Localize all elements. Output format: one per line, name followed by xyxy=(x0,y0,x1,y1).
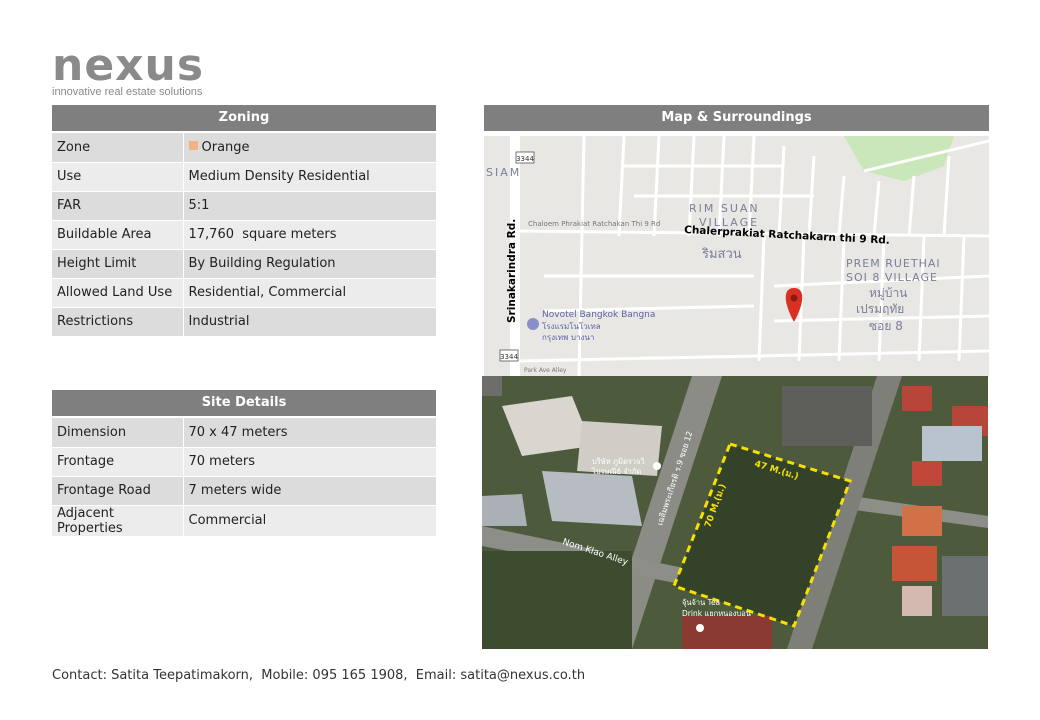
table-row: Allowed Land Use Residential, Commercial xyxy=(52,278,436,308)
zone-value: Orange xyxy=(201,139,250,155)
logo-tagline: innovative real estate solutions xyxy=(52,86,203,98)
hotel-pin-icon[interactable] xyxy=(527,318,539,330)
prem-thai-label-1: หมู่บ้าน xyxy=(869,286,907,301)
poi-label: บริษัท ภูมิตรวจวิ xyxy=(592,457,645,466)
srinakarindra-road-label: Srinakarindra Rd. xyxy=(506,219,518,323)
contact-footer: Contact: Satita Teepatimakorn, Mobile: 0… xyxy=(52,668,586,683)
route-label: 3344 xyxy=(516,155,534,163)
table-row: Frontage Road 7 meters wide xyxy=(52,476,436,506)
dimension-key: Dimension xyxy=(52,418,184,448)
siam-label: SIAM xyxy=(486,166,521,179)
prem-ruethai-label: PREM RUETHAI xyxy=(846,257,941,270)
vegetation xyxy=(482,551,632,649)
far-value: 5:1 xyxy=(183,191,436,221)
map-header: Map & Surroundings xyxy=(484,105,989,131)
restrictions-value: Industrial xyxy=(183,307,436,337)
poi-label: Drink แยกหนองบอน xyxy=(682,609,751,618)
table-row: Restrictions Industrial xyxy=(52,307,436,337)
far-key: FAR xyxy=(52,191,184,221)
buildable-area-key: Buildable Area xyxy=(52,220,184,250)
novotel-label: Novotel Bangkok Bangna xyxy=(542,310,655,320)
poi-label: จุ้นจ้าน Tea xyxy=(682,598,720,607)
orange-swatch-icon xyxy=(188,140,198,150)
chaloem-small-label: Chaloem Phrakiat Ratchakan Thi 9 Rd xyxy=(528,220,660,228)
novotel-thai-label-2: กรุงเทพ บางนา xyxy=(542,333,594,342)
frontage-key: Frontage xyxy=(52,447,184,477)
building xyxy=(482,494,527,526)
height-limit-key: Height Limit xyxy=(52,249,184,279)
allowed-land-use-key: Allowed Land Use xyxy=(52,278,184,308)
street-map[interactable]: 3344 3344 SIAM RIM SUAN VILLAGE ริมสวน C… xyxy=(484,136,989,377)
logo-wordmark: nexus xyxy=(52,40,205,91)
street-map-svg: 3344 3344 SIAM RIM SUAN VILLAGE ริมสวน C… xyxy=(484,136,989,377)
frontage-road-value: 7 meters wide xyxy=(183,476,436,506)
adjacent-properties-key: Adjacent Properties xyxy=(52,505,184,537)
use-key: Use xyxy=(52,162,184,192)
poi-label: ไปรษณีย์ จำกัด xyxy=(591,467,641,476)
park-ave-label: Park Ave Alley xyxy=(524,367,567,374)
nexus-logo: nexus innovative real estate solutions xyxy=(52,40,205,99)
site-details-table: Dimension 70 x 47 meters Frontage 70 met… xyxy=(52,418,436,537)
zoning-header: Zoning xyxy=(52,105,436,131)
table-row: Zone Orange xyxy=(52,133,436,163)
frontage-value: 70 meters xyxy=(183,447,436,477)
poi-icon[interactable] xyxy=(696,624,704,632)
adjacent-properties-value: Commercial xyxy=(183,505,436,537)
height-limit-value: By Building Regulation xyxy=(183,249,436,279)
building xyxy=(542,471,642,526)
use-value: Medium Density Residential xyxy=(183,162,436,192)
zone-value-cell: Orange xyxy=(183,133,436,163)
dimension-value: 70 x 47 meters xyxy=(183,418,436,448)
table-row: FAR 5:1 xyxy=(52,191,436,221)
allowed-land-use-value: Residential, Commercial xyxy=(183,278,436,308)
prem-thai-label-2: เปรมฤทัย xyxy=(856,302,904,316)
table-row: Frontage 70 meters xyxy=(52,447,436,477)
prem-village-label: SOI 8 VILLAGE xyxy=(846,271,938,284)
prem-thai-label-3: ซอย 8 xyxy=(869,319,903,333)
buildable-area-value: 17,760 square meters xyxy=(183,220,436,250)
table-row: Adjacent Properties Commercial xyxy=(52,505,436,537)
poi-icon[interactable] xyxy=(653,462,661,470)
rim-suan-label: RIM SUAN xyxy=(689,202,760,215)
satellite-image[interactable]: 47 M.(ม.) 70 M.(ม.) Nom Klao Alley เฉลิม… xyxy=(482,376,988,649)
rim-suan-thai-label: ริมสวน xyxy=(701,247,742,262)
satellite-svg: 47 M.(ม.) 70 M.(ม.) Nom Klao Alley เฉลิม… xyxy=(482,376,988,649)
table-row: Use Medium Density Residential xyxy=(52,162,436,192)
table-row: Dimension 70 x 47 meters xyxy=(52,418,436,448)
route-label: 3344 xyxy=(500,353,518,361)
site-details-header: Site Details xyxy=(52,390,436,416)
table-row: Height Limit By Building Regulation xyxy=(52,249,436,279)
novotel-thai-label: โรงแรมโนโวเทล xyxy=(542,321,601,331)
restrictions-key: Restrictions xyxy=(52,307,184,337)
table-row: Buildable Area 17,760 square meters xyxy=(52,220,436,250)
zone-key: Zone xyxy=(52,133,184,163)
frontage-road-key: Frontage Road xyxy=(52,476,184,506)
zoning-table: Zone Orange Use Medium Density Residenti… xyxy=(52,133,436,337)
